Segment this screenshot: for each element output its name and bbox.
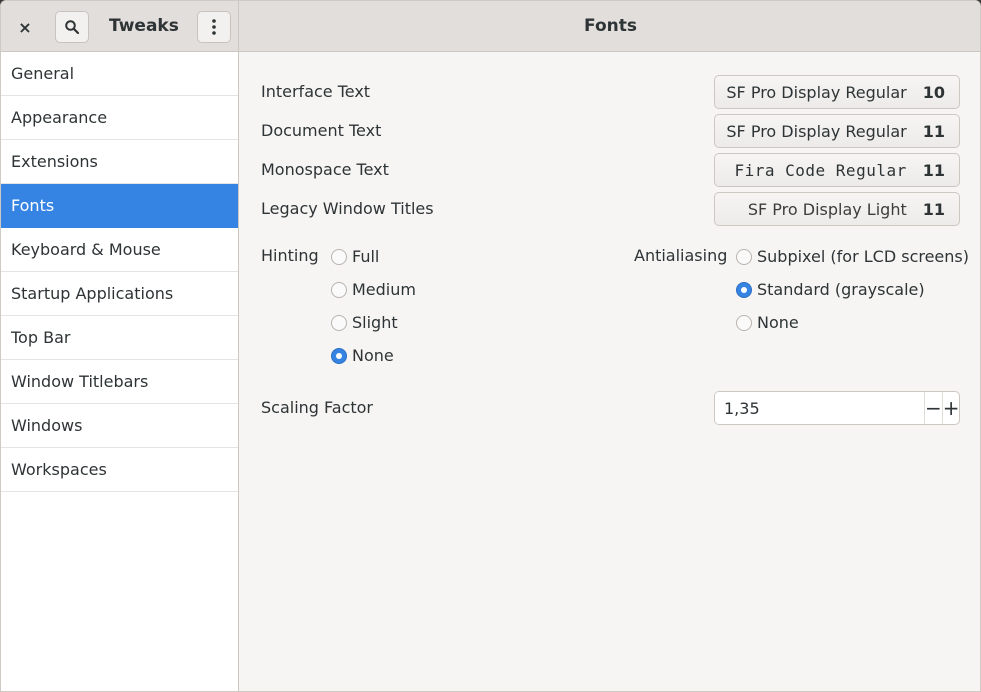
sidebar-item-general[interactable]: General xyxy=(1,52,238,96)
sidebar-item-keyboard-mouse[interactable]: Keyboard & Mouse xyxy=(1,228,238,272)
antialiasing-label: Antialiasing xyxy=(634,246,728,265)
menu-button[interactable] xyxy=(197,11,231,43)
hinting-option-slight[interactable]: Slight xyxy=(331,313,398,332)
antialiasing-option-subpixel[interactable]: Subpixel (for LCD screens) xyxy=(736,247,969,266)
sidebar-item-appearance[interactable]: Appearance xyxy=(1,96,238,140)
radio-selected-icon xyxy=(736,281,752,298)
legacy-window-titles-label: Legacy Window Titles xyxy=(261,199,434,218)
radio-icon xyxy=(331,314,347,331)
antialiasing-option-label: None xyxy=(757,313,799,332)
document-text-label: Document Text xyxy=(261,121,382,140)
increment-button[interactable]: + xyxy=(941,392,960,424)
antialiasing-option-label: Subpixel (for LCD screens) xyxy=(757,247,969,266)
page-title: Fonts xyxy=(584,16,637,36)
legacy-window-titles-font-button[interactable]: SF Pro Display Light 11 xyxy=(714,192,960,226)
close-icon: × xyxy=(18,17,32,37)
sidebar-item-fonts[interactable]: Fonts xyxy=(1,184,238,228)
decrement-button[interactable]: − xyxy=(924,392,942,424)
interface-font-size: 10 xyxy=(922,82,945,102)
radio-icon xyxy=(331,248,347,265)
search-icon xyxy=(65,20,80,35)
close-button[interactable]: × xyxy=(8,11,42,43)
sidebar-item-extensions[interactable]: Extensions xyxy=(1,140,238,184)
kebab-menu-icon xyxy=(212,19,216,35)
hinting-option-full[interactable]: Full xyxy=(331,247,379,266)
sidebar-item-top-bar[interactable]: Top Bar xyxy=(1,316,238,360)
hinting-option-medium[interactable]: Medium xyxy=(331,280,416,299)
monospace-font-name: Fira Code Regular xyxy=(734,160,907,180)
scaling-factor-input[interactable] xyxy=(715,392,924,424)
scaling-factor-label: Scaling Factor xyxy=(261,398,374,417)
interface-text-label: Interface Text xyxy=(261,82,371,101)
document-font-size: 11 xyxy=(922,121,945,141)
monospace-text-label: Monospace Text xyxy=(261,160,389,179)
hinting-option-none[interactable]: None xyxy=(331,346,394,365)
hinting-label: Hinting xyxy=(261,246,319,265)
header-bar: × Tweaks Fonts xyxy=(1,1,980,52)
radio-selected-icon xyxy=(331,347,347,364)
interface-font-name: SF Pro Display Regular xyxy=(726,82,907,102)
hinting-option-label: Full xyxy=(352,247,380,266)
monospace-text-font-button[interactable]: Fira Code Regular 11 xyxy=(714,153,960,187)
search-button[interactable] xyxy=(55,11,89,43)
sidebar-item-window-titlebars[interactable]: Window Titlebars xyxy=(1,360,238,404)
sidebar-item-workspaces[interactable]: Workspaces xyxy=(1,448,238,492)
document-font-name: SF Pro Display Regular xyxy=(726,121,907,141)
legacy-font-size: 11 xyxy=(922,199,945,219)
tweaks-window: × Tweaks Fonts General Appearance Extens… xyxy=(0,0,981,692)
scaling-factor-spinbutton: − + xyxy=(714,391,960,425)
document-text-font-button[interactable]: SF Pro Display Regular 11 xyxy=(714,114,960,148)
antialiasing-option-label: Standard (grayscale) xyxy=(757,280,925,299)
minus-icon: − xyxy=(925,396,942,420)
plus-icon: + xyxy=(942,396,960,420)
antialiasing-option-standard[interactable]: Standard (grayscale) xyxy=(736,280,925,299)
sidebar-item-windows[interactable]: Windows xyxy=(1,404,238,448)
hinting-option-label: None xyxy=(352,346,394,365)
header-left: × Tweaks xyxy=(1,1,239,51)
hinting-option-label: Medium xyxy=(352,280,416,299)
fonts-panel: Interface Text SF Pro Display Regular 10… xyxy=(239,52,980,691)
hinting-option-label: Slight xyxy=(352,313,398,332)
radio-icon xyxy=(736,248,752,265)
sidebar: General Appearance Extensions Fonts Keyb… xyxy=(1,52,239,691)
legacy-font-name: SF Pro Display Light xyxy=(747,199,907,219)
radio-icon xyxy=(736,314,752,331)
header-right: Fonts xyxy=(239,1,980,51)
interface-text-font-button[interactable]: SF Pro Display Regular 10 xyxy=(714,75,960,109)
antialiasing-option-none[interactable]: None xyxy=(736,313,799,332)
radio-icon xyxy=(331,281,347,298)
monospace-font-size: 11 xyxy=(922,160,945,180)
sidebar-item-startup-applications[interactable]: Startup Applications xyxy=(1,272,238,316)
app-title: Tweaks xyxy=(109,16,179,36)
